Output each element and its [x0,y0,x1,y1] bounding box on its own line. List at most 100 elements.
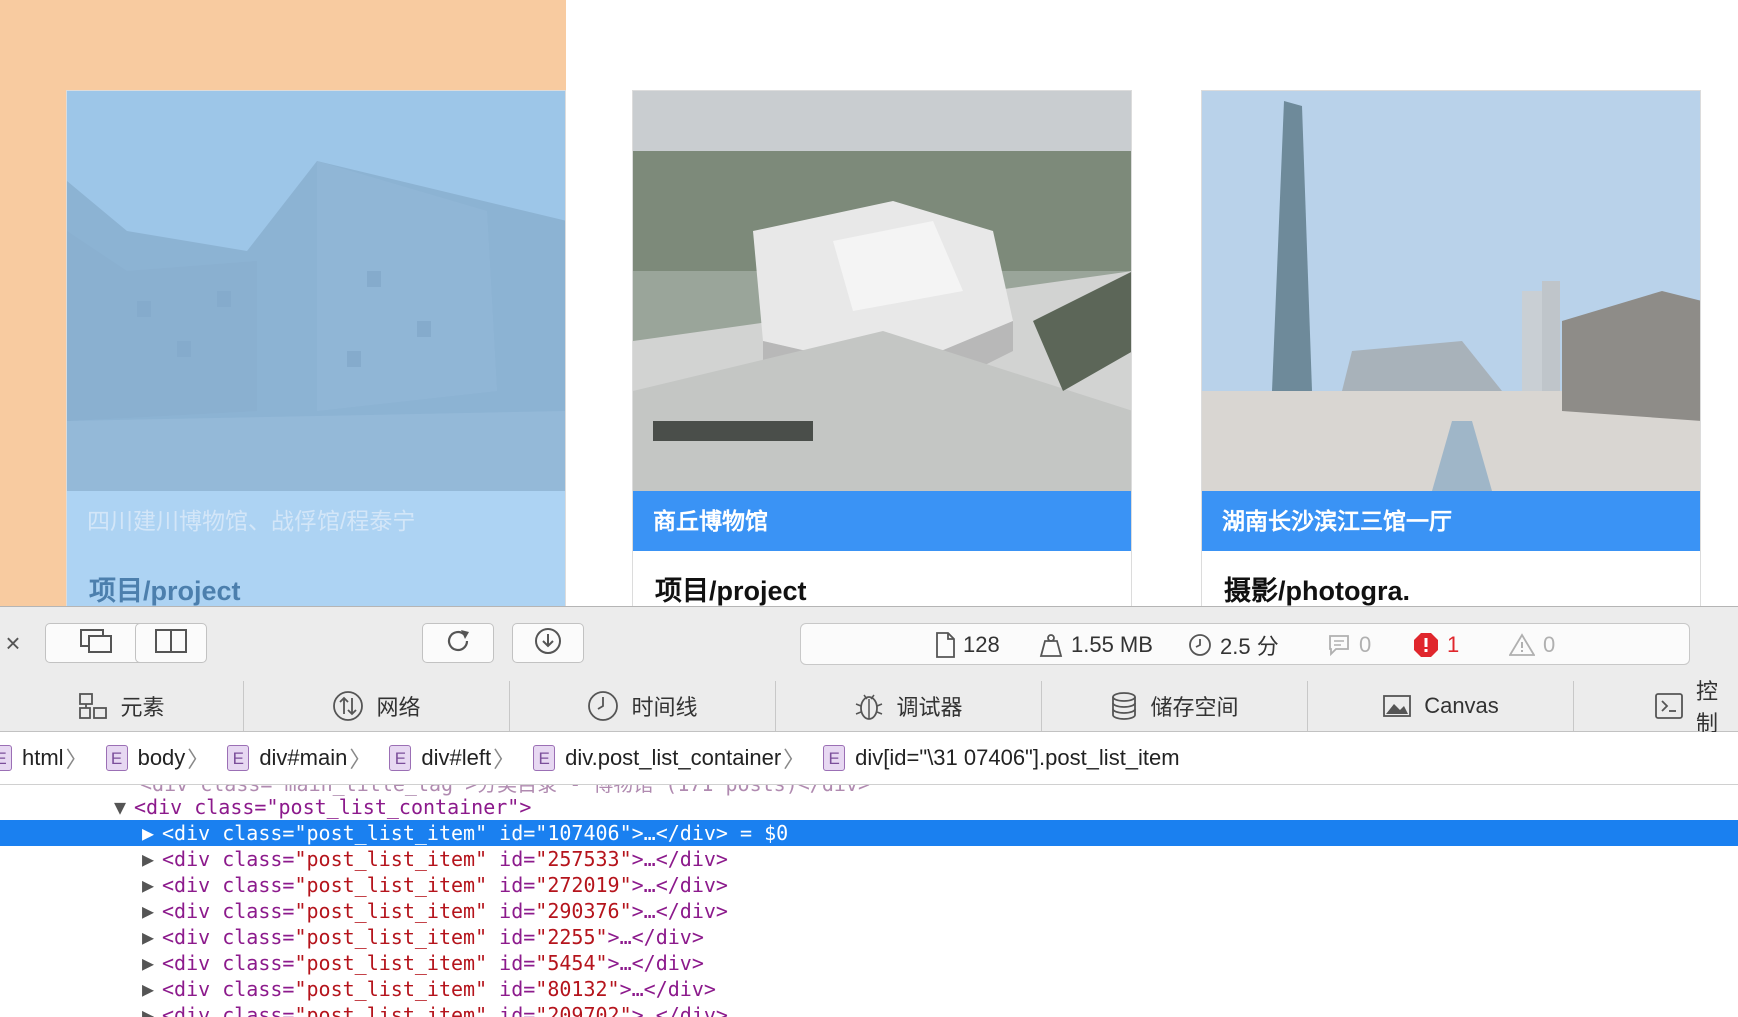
tab-console-label: 控制 [1696,679,1719,736]
post-card-2-photo [633,91,1131,491]
tab-timeline-label: 时间线 [631,695,698,720]
messages-count: 0 [1359,632,1372,657]
dom-node-post-list-item[interactable]: ▶ <div class="post_list_item" id="272019"… [0,872,1738,898]
disclosure-closed-icon[interactable]: ▶ [142,1002,162,1017]
breadcrumb-item[interactable]: Ediv#left 〉 [389,742,525,774]
elements-icon [78,692,108,720]
chevron-right-icon: 〉 [187,747,210,772]
reload-button[interactable] [422,623,494,663]
item-id: "2255" [535,925,608,949]
disclosure-closed-icon[interactable]: ▶ [142,872,162,898]
breadcrumb-item[interactable]: Ediv#main 〉 [227,742,381,774]
tab-debugger[interactable]: 调试器 [776,681,1042,731]
post-card-2-caption[interactable]: 商丘博物馆 [633,491,1131,551]
tab-network-label: 网络 [376,695,421,720]
breadcrumb: Ehtml〉 Ebody〉 Ediv#main〉 Ediv#left〉 Ediv… [0,732,1738,785]
canvas-icon [1382,694,1412,718]
dom-node-post-list-item[interactable]: ▶ <div class="post_list_item" id="80132">… [0,976,1738,1002]
dom-node-post-list-item[interactable]: ▶ <div class="post_list_item" id="257533"… [0,846,1738,872]
disclosure-closed-icon[interactable]: ▶ [142,976,162,1002]
tab-storage[interactable]: 储存空间 [1042,681,1308,731]
tab-timeline[interactable]: 时间线 [510,681,776,731]
disclosure-closed-icon[interactable]: ▶ [142,820,162,846]
close-icon[interactable]: × [0,629,26,657]
inspector-tab-bar: 元素 网络 时间线 调试器 储存空间 Canvas 控制 [0,679,1738,736]
chevron-right-icon: 〉 [65,747,88,772]
element-badge-icon: E [389,745,412,771]
document-icon [935,632,955,658]
post-card-3[interactable]: 湖南长沙滨江三馆一厅 摄影/photogra. [1201,90,1701,606]
tab-elements[interactable]: 元素 [0,681,244,731]
message-icon [1327,633,1351,657]
tab-debugger-label: 调试器 [896,695,963,720]
dock-side-button[interactable] [135,623,207,663]
disclosure-closed-icon[interactable]: ▶ [142,924,162,950]
resources-count: 128 [963,632,1000,657]
post-card-2[interactable]: 商丘博物馆 项目/project [632,90,1132,606]
tab-canvas-label: Canvas [1424,693,1499,718]
post-card-1-category[interactable]: 项目/project [89,569,241,606]
time-stat[interactable]: 2.5 分 [1188,624,1279,666]
tab-canvas[interactable]: Canvas [1308,681,1574,731]
element-badge-icon: E [0,745,12,771]
size-stat[interactable]: 1.55 MB [1039,624,1153,666]
disclosure-closed-icon[interactable]: ▶ [142,898,162,924]
download-icon [533,626,563,661]
item-id: "80132" [535,977,620,1001]
warnings-stat[interactable]: 0 [1509,624,1555,666]
post-card-2-category[interactable]: 项目/project [655,569,807,606]
item-id: "107406" [535,821,632,845]
chevron-right-icon: 〉 [783,747,806,772]
dom-node-post-list-item[interactable]: ▶ <div class="post_list_item" id="107406"… [0,820,1738,846]
item-id: "5454" [535,951,608,975]
network-icon [332,690,364,722]
element-badge-icon: E [105,745,128,771]
post-card-3-category[interactable]: 摄影/photogra. [1224,569,1410,606]
tab-console[interactable]: 控制 [1574,679,1738,736]
detach-window-button[interactable] [45,623,147,663]
breadcrumb-item[interactable]: Ediv[id="\31 07406"].post_list_item [823,745,1180,771]
errors-count: 1 [1447,632,1460,657]
disclosure-closed-icon[interactable]: ▶ [142,846,162,872]
tab-storage-label: 储存空间 [1150,695,1239,720]
status-summary: 128 1.55 MB 2.5 分 0 1 0 [800,623,1690,665]
warnings-count: 0 [1543,632,1556,657]
disclosure-closed-icon[interactable]: ▶ [142,950,162,976]
breadcrumb-item[interactable]: Ebody 〉 [105,742,220,774]
split-view-icon [154,628,188,659]
warning-icon [1509,633,1535,657]
dom-node-post-list-item[interactable]: ▶ <div class="post_list_item" id="5454">…… [0,950,1738,976]
post-card-1[interactable]: 四川建川博物馆、战俘馆/程泰宁 项目/project [66,90,566,606]
element-badge-icon: E [227,745,250,771]
load-time: 2.5 分 [1220,634,1279,659]
reload-icon [443,626,473,661]
undock-icon [79,628,113,659]
post-card-1-caption[interactable]: 四川建川博物馆、战俘馆/程泰宁 [67,491,565,551]
chevron-right-icon: 〉 [493,747,516,772]
storage-icon [1110,691,1138,721]
download-button[interactable] [512,623,584,663]
error-icon [1413,632,1439,658]
breadcrumb-item[interactable]: Ehtml〉 [0,742,98,774]
post-card-3-photo [1202,91,1700,491]
disclosure-open-icon[interactable]: ▼ [114,794,134,820]
dom-node-post-list-item[interactable]: ▶ <div class="post_list_item" id="2255">…… [0,924,1738,950]
item-id: "290376" [535,899,632,923]
dom-node-post-list-item[interactable]: ▶ <div class="post_list_item" id="290376"… [0,898,1738,924]
tab-elements-label: 元素 [120,695,165,720]
post-card-3-caption[interactable]: 湖南长沙滨江三馆一厅 [1202,491,1700,551]
console-icon [1654,692,1684,720]
errors-stat[interactable]: 1 [1413,624,1459,666]
resources-stat[interactable]: 128 [935,624,1000,666]
clock-icon [1188,633,1212,657]
element-badge-icon: E [823,745,846,771]
breadcrumb-item[interactable]: Ediv.post_list_container 〉 [533,742,815,774]
tab-network[interactable]: 网络 [244,681,510,731]
chevron-right-icon: 〉 [349,747,372,772]
item-id: "272019" [535,873,632,897]
dom-node-post-list-item[interactable]: ▶ <div class="post_list_item" id="209702"… [0,1002,1738,1017]
messages-stat[interactable]: 0 [1327,624,1371,666]
item-id: "209702" [535,1003,632,1017]
inspector-toolbar: × 128 1.55 MB 2.5 分 0 1 0 [0,607,1738,682]
dom-node-container[interactable]: ▼ <div class="post_list_container"> [0,794,1738,820]
